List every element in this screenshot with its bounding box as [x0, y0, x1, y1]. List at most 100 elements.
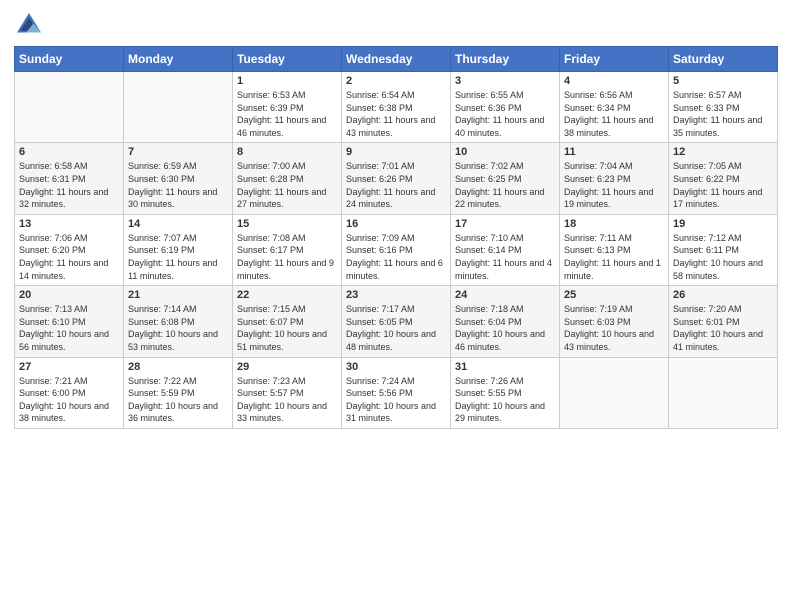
calendar-cell: 7 Sunrise: 6:59 AM Sunset: 6:30 PM Daylig… — [124, 143, 233, 214]
weekday-header: Friday — [560, 47, 669, 72]
calendar-cell: 24 Sunrise: 7:18 AM Sunset: 6:04 PM Dayli… — [451, 286, 560, 357]
calendar-cell: 11 Sunrise: 7:04 AM Sunset: 6:23 PM Dayli… — [560, 143, 669, 214]
day-info: Sunrise: 7:02 AM Sunset: 6:25 PM Dayligh… — [455, 160, 555, 210]
calendar-cell: 20Sunrise: 7:13 AM Sunset: 6:10 PM Dayli… — [15, 286, 124, 357]
day-number: 27 — [19, 361, 119, 373]
calendar-cell: 8 Sunrise: 7:00 AM Sunset: 6:28 PM Daylig… — [233, 143, 342, 214]
calendar-cell: 5 Sunrise: 6:57 AM Sunset: 6:33 PM Daylig… — [669, 72, 778, 143]
calendar-cell: 1Sunrise: 6:53 AM Sunset: 6:39 PM Daylig… — [233, 72, 342, 143]
page: SundayMondayTuesdayWednesdayThursdayFrid… — [0, 0, 792, 443]
calendar-cell: 27 Sunrise: 7:21 AM Sunset: 6:00 PM Dayli… — [15, 357, 124, 428]
weekday-header: Wednesday — [342, 47, 451, 72]
weekday-header: Thursday — [451, 47, 560, 72]
day-info: Sunrise: 6:58 AM Sunset: 6:31 PM Dayligh… — [19, 160, 119, 210]
day-number: 8 — [237, 146, 337, 158]
header — [14, 10, 778, 40]
calendar-cell: 14 Sunrise: 7:07 AM Sunset: 6:19 PM Dayli… — [124, 214, 233, 285]
day-number: 21 — [128, 289, 228, 301]
logo — [14, 10, 48, 40]
calendar-cell: 3Sunrise: 6:55 AM Sunset: 6:36 PM Daylig… — [451, 72, 560, 143]
day-info: Sunrise: 7:20 AM Sunset: 6:01 PM Dayligh… — [673, 303, 773, 353]
weekday-header: Saturday — [669, 47, 778, 72]
day-info: Sunrise: 7:11 AM Sunset: 6:13 PM Dayligh… — [564, 232, 664, 282]
weekday-header: Monday — [124, 47, 233, 72]
calendar-cell: 6 Sunrise: 6:58 AM Sunset: 6:31 PM Daylig… — [15, 143, 124, 214]
day-info: Sunrise: 7:24 AM Sunset: 5:56 PM Dayligh… — [346, 375, 446, 425]
calendar-cell: 12Sunrise: 7:05 AM Sunset: 6:22 PM Dayli… — [669, 143, 778, 214]
day-number: 9 — [346, 146, 446, 158]
day-info: Sunrise: 7:06 AM Sunset: 6:20 PM Dayligh… — [19, 232, 119, 282]
day-info: Sunrise: 7:19 AM Sunset: 6:03 PM Dayligh… — [564, 303, 664, 353]
day-number: 7 — [128, 146, 228, 158]
weekday-header-row: SundayMondayTuesdayWednesdayThursdayFrid… — [15, 47, 778, 72]
day-number: 12 — [673, 146, 773, 158]
day-info: Sunrise: 7:18 AM Sunset: 6:04 PM Dayligh… — [455, 303, 555, 353]
calendar-cell: 26 Sunrise: 7:20 AM Sunset: 6:01 PM Dayli… — [669, 286, 778, 357]
day-info: Sunrise: 7:17 AM Sunset: 6:05 PM Dayligh… — [346, 303, 446, 353]
day-number: 15 — [237, 218, 337, 230]
calendar-week-row: 6 Sunrise: 6:58 AM Sunset: 6:31 PM Daylig… — [15, 143, 778, 214]
calendar-cell — [669, 357, 778, 428]
day-info: Sunrise: 7:12 AM Sunset: 6:11 PM Dayligh… — [673, 232, 773, 282]
day-info: Sunrise: 7:21 AM Sunset: 6:00 PM Dayligh… — [19, 375, 119, 425]
calendar-cell: 23 Sunrise: 7:17 AM Sunset: 6:05 PM Dayli… — [342, 286, 451, 357]
day-info: Sunrise: 6:54 AM Sunset: 6:38 PM Dayligh… — [346, 89, 446, 139]
day-info: Sunrise: 7:23 AM Sunset: 5:57 PM Dayligh… — [237, 375, 337, 425]
day-info: Sunrise: 7:07 AM Sunset: 6:19 PM Dayligh… — [128, 232, 228, 282]
calendar-cell: 30 Sunrise: 7:24 AM Sunset: 5:56 PM Dayli… — [342, 357, 451, 428]
day-number: 24 — [455, 289, 555, 301]
day-number: 14 — [128, 218, 228, 230]
calendar-cell: 25 Sunrise: 7:19 AM Sunset: 6:03 PM Dayli… — [560, 286, 669, 357]
day-number: 30 — [346, 361, 446, 373]
day-number: 22 — [237, 289, 337, 301]
calendar-cell: 22 Sunrise: 7:15 AM Sunset: 6:07 PM Dayli… — [233, 286, 342, 357]
calendar-cell: 17 Sunrise: 7:10 AM Sunset: 6:14 PM Dayli… — [451, 214, 560, 285]
calendar-cell: 15 Sunrise: 7:08 AM Sunset: 6:17 PM Dayli… — [233, 214, 342, 285]
calendar-week-row: 13 Sunrise: 7:06 AM Sunset: 6:20 PM Dayli… — [15, 214, 778, 285]
day-info: Sunrise: 6:56 AM Sunset: 6:34 PM Dayligh… — [564, 89, 664, 139]
calendar-cell — [15, 72, 124, 143]
day-info: Sunrise: 7:26 AM Sunset: 5:55 PM Dayligh… — [455, 375, 555, 425]
day-info: Sunrise: 7:22 AM Sunset: 5:59 PM Dayligh… — [128, 375, 228, 425]
day-info: Sunrise: 7:15 AM Sunset: 6:07 PM Dayligh… — [237, 303, 337, 353]
day-info: Sunrise: 7:14 AM Sunset: 6:08 PM Dayligh… — [128, 303, 228, 353]
day-number: 25 — [564, 289, 664, 301]
day-number: 18 — [564, 218, 664, 230]
day-info: Sunrise: 7:08 AM Sunset: 6:17 PM Dayligh… — [237, 232, 337, 282]
day-number: 26 — [673, 289, 773, 301]
day-number: 19 — [673, 218, 773, 230]
day-info: Sunrise: 7:04 AM Sunset: 6:23 PM Dayligh… — [564, 160, 664, 210]
calendar-cell — [560, 357, 669, 428]
calendar-cell: 29Sunrise: 7:23 AM Sunset: 5:57 PM Dayli… — [233, 357, 342, 428]
calendar-week-row: 1Sunrise: 6:53 AM Sunset: 6:39 PM Daylig… — [15, 72, 778, 143]
day-number: 2 — [346, 75, 446, 87]
calendar-cell: 19 Sunrise: 7:12 AM Sunset: 6:11 PM Dayli… — [669, 214, 778, 285]
day-number: 3 — [455, 75, 555, 87]
calendar-cell: 9 Sunrise: 7:01 AM Sunset: 6:26 PM Daylig… — [342, 143, 451, 214]
weekday-header: Tuesday — [233, 47, 342, 72]
day-number: 17 — [455, 218, 555, 230]
day-info: Sunrise: 7:01 AM Sunset: 6:26 PM Dayligh… — [346, 160, 446, 210]
day-info: Sunrise: 7:13 AM Sunset: 6:10 PM Dayligh… — [19, 303, 119, 353]
day-info: Sunrise: 7:10 AM Sunset: 6:14 PM Dayligh… — [455, 232, 555, 282]
calendar-cell: 18 Sunrise: 7:11 AM Sunset: 6:13 PM Dayli… — [560, 214, 669, 285]
day-number: 23 — [346, 289, 446, 301]
calendar-table: SundayMondayTuesdayWednesdayThursdayFrid… — [14, 46, 778, 429]
day-number: 13 — [19, 218, 119, 230]
day-number: 11 — [564, 146, 664, 158]
day-number: 4 — [564, 75, 664, 87]
day-info: Sunrise: 6:57 AM Sunset: 6:33 PM Dayligh… — [673, 89, 773, 139]
day-number: 5 — [673, 75, 773, 87]
day-number: 6 — [19, 146, 119, 158]
calendar-cell: 28Sunrise: 7:22 AM Sunset: 5:59 PM Dayli… — [124, 357, 233, 428]
day-number: 16 — [346, 218, 446, 230]
calendar-cell: 21 Sunrise: 7:14 AM Sunset: 6:08 PM Dayli… — [124, 286, 233, 357]
calendar-cell — [124, 72, 233, 143]
day-info: Sunrise: 7:00 AM Sunset: 6:28 PM Dayligh… — [237, 160, 337, 210]
calendar-cell: 13 Sunrise: 7:06 AM Sunset: 6:20 PM Dayli… — [15, 214, 124, 285]
day-info: Sunrise: 6:59 AM Sunset: 6:30 PM Dayligh… — [128, 160, 228, 210]
calendar-cell: 2 Sunrise: 6:54 AM Sunset: 6:38 PM Daylig… — [342, 72, 451, 143]
calendar-cell: 16Sunrise: 7:09 AM Sunset: 6:16 PM Dayli… — [342, 214, 451, 285]
calendar-cell: 4 Sunrise: 6:56 AM Sunset: 6:34 PM Daylig… — [560, 72, 669, 143]
day-number: 31 — [455, 361, 555, 373]
